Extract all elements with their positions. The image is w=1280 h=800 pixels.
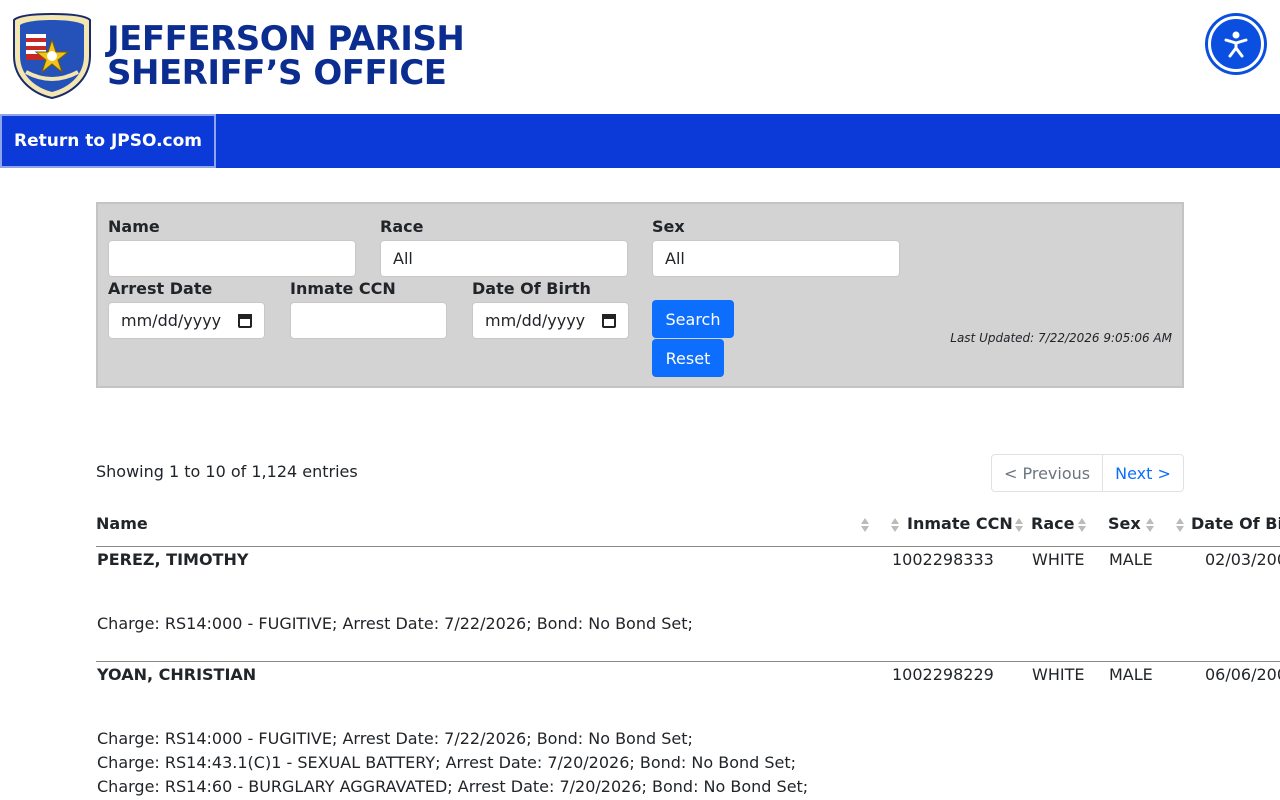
row-divider: [96, 661, 1280, 662]
nav-bar: Return to JPSO.com: [0, 114, 1280, 168]
charge-line: Charge: RS14:000 - FUGITIVE; Arrest Date…: [97, 729, 693, 748]
inmate-dob: 02/03/200: [1205, 550, 1280, 569]
entries-info: Showing 1 to 10 of 1,124 entries: [96, 462, 358, 481]
sheriff-badge-logo: [13, 12, 91, 100]
calendar-icon[interactable]: [238, 313, 252, 328]
column-header-dob[interactable]: Date Of Bi: [1191, 514, 1280, 533]
charge-line: Charge: RS14:60 - BURGLARY AGGRAVATED; A…: [97, 777, 809, 796]
return-to-jpso-button[interactable]: Return to JPSO.com: [0, 114, 216, 168]
arrest-date-value: mm/dd/yyyy: [121, 311, 222, 330]
charge-line: Charge: RS14:000 - FUGITIVE; Arrest Date…: [97, 614, 693, 633]
name-input[interactable]: [108, 240, 356, 277]
sort-icon[interactable]: [1078, 517, 1086, 533]
accessibility-button[interactable]: [1208, 16, 1264, 72]
name-label: Name: [108, 217, 160, 236]
site-title-line2: SHERIFF’S OFFICE: [107, 53, 447, 93]
previous-page-button[interactable]: < Previous: [992, 455, 1104, 491]
charge-line: Charge: RS14:43.1(C)1 - SEXUAL BATTERY; …: [97, 753, 797, 772]
inmate-ccn-label: Inmate CCN: [290, 279, 396, 298]
inmate-ccn: 1002298333: [892, 550, 994, 569]
sort-icon[interactable]: [891, 517, 899, 533]
site-title-line1: JEFFERSON PARISH: [107, 19, 465, 59]
column-header-sex[interactable]: Sex: [1108, 514, 1141, 533]
race-label: Race: [380, 217, 424, 236]
inmate-race: WHITE: [1032, 550, 1085, 569]
column-header-name[interactable]: Name: [96, 514, 148, 533]
column-header-race[interactable]: Race: [1031, 514, 1074, 533]
dob-value: mm/dd/yyyy: [485, 311, 586, 330]
site-title: JEFFERSON PARISH SHERIFF’S OFFICE: [107, 19, 465, 93]
inmate-ccn-input[interactable]: [290, 302, 447, 339]
arrest-date-label: Arrest Date: [108, 279, 213, 298]
inmate-dob: 06/06/200: [1205, 665, 1280, 684]
pagination: < Previous Next >: [991, 454, 1184, 492]
sort-icon[interactable]: [861, 517, 869, 533]
accessibility-icon: [1224, 31, 1248, 58]
last-updated-text: Last Updated: 7/22/2026 9:05:06 AM: [950, 331, 1172, 345]
dob-label: Date Of Birth: [472, 279, 591, 298]
arrest-date-input[interactable]: mm/dd/yyyy: [108, 302, 265, 339]
inmate-ccn: 1002298229: [892, 665, 994, 684]
inmate-name[interactable]: PEREZ, TIMOTHY: [97, 550, 248, 569]
reset-button[interactable]: Reset: [652, 339, 724, 377]
inmate-sex: MALE: [1109, 665, 1153, 684]
inmate-race: WHITE: [1032, 665, 1085, 684]
site-header: JEFFERSON PARISH SHERIFF’S OFFICE: [0, 0, 1280, 114]
sex-label: Sex: [652, 217, 685, 236]
search-panel: Name Race All Sex All Arrest Date mm/dd/…: [96, 202, 1184, 388]
sort-icon[interactable]: [1146, 517, 1154, 533]
dob-input[interactable]: mm/dd/yyyy: [472, 302, 629, 339]
sort-icon[interactable]: [1015, 517, 1023, 533]
inmate-sex: MALE: [1109, 550, 1153, 569]
header-divider: [96, 546, 1280, 547]
sex-select[interactable]: All: [652, 240, 900, 277]
calendar-icon[interactable]: [602, 313, 616, 328]
column-header-ccn[interactable]: Inmate CCN: [907, 514, 1013, 533]
inmate-name[interactable]: YOAN, CHRISTIAN: [97, 665, 256, 684]
search-button[interactable]: Search: [652, 300, 734, 338]
race-select[interactable]: All: [380, 240, 628, 277]
next-page-button[interactable]: Next >: [1103, 455, 1183, 491]
sort-icon[interactable]: [1176, 517, 1184, 533]
